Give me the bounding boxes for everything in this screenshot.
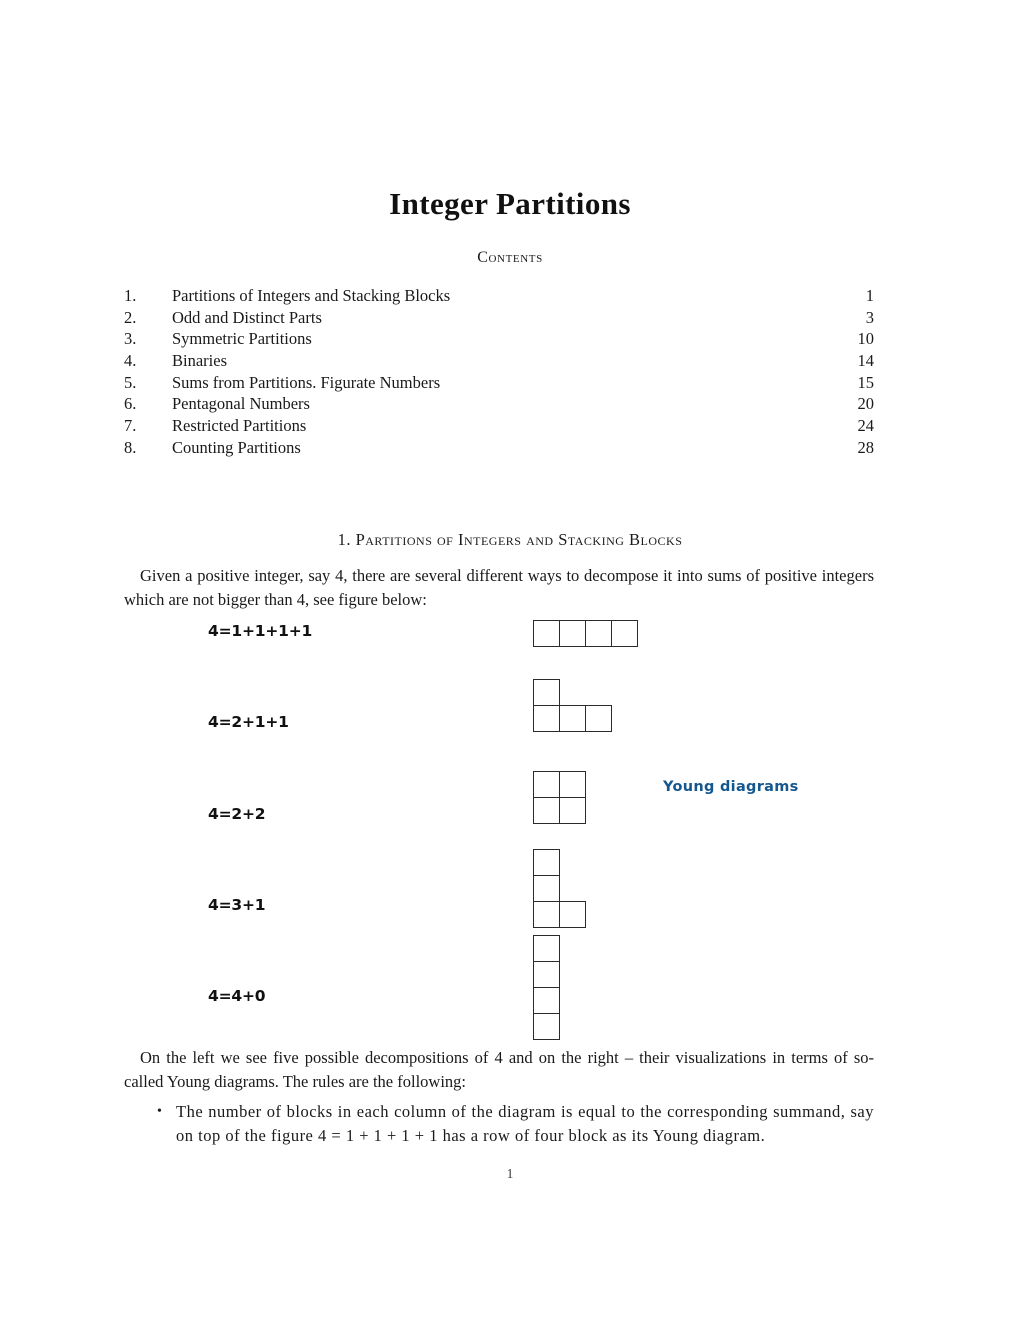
young-cell: [533, 620, 560, 647]
partition-label: 4=2+2: [208, 805, 266, 823]
toc-entry-page: 1: [865, 286, 874, 305]
section-heading: 1. Partitions of Integers and Stacking B…: [337, 530, 683, 549]
toc-entry-label: Pentagonal Numbers: [172, 394, 310, 414]
list-item-text: The number of blocks in each column of t…: [176, 1102, 874, 1145]
toc-entry-page: 28: [857, 437, 875, 457]
toc-entry-number: 6.: [124, 394, 137, 414]
bullet-dot-icon: •: [157, 1104, 162, 1119]
young-cell: [533, 935, 560, 962]
document-page: Integer Partitions Contents 1. Partition…: [0, 0, 1020, 1320]
closing-paragraph: On the left we see five possible decompo…: [124, 1048, 874, 1091]
toc-entry-number: 8.: [124, 437, 137, 457]
toc-entry-label: Symmetric Partitions: [172, 329, 312, 349]
young-cell: [533, 1013, 560, 1040]
young-cell: [533, 875, 560, 902]
young-cell: [559, 705, 586, 732]
toc-entry[interactable]: 5. Sums from Partitions. Figurate Number…: [124, 372, 874, 394]
young-cell: [585, 620, 612, 647]
young-diagrams-caption: Young diagrams: [663, 779, 799, 795]
toc-entry[interactable]: 6. Pentagonal Numbers 20: [124, 393, 874, 415]
toc-entry-page: 10: [857, 329, 875, 349]
toc-entry[interactable]: 4. Binaries 14: [124, 350, 874, 372]
young-cell: [533, 849, 560, 876]
young-cell: [611, 620, 638, 647]
toc-entry[interactable]: 7. Restricted Partitions 24: [124, 415, 874, 437]
toc-entry[interactable]: 3. Symmetric Partitions 10: [124, 328, 874, 350]
toc-entry-page: 20: [857, 394, 875, 414]
toc-entry-number: 3.: [124, 329, 137, 349]
young-cell: [533, 797, 560, 824]
toc-entry-label: Restricted Partitions: [172, 416, 307, 436]
toc-entry-page: 24: [857, 416, 875, 436]
young-diagram-3-1: [533, 849, 591, 931]
list-item: • The number of blocks in each column of…: [124, 1100, 874, 1147]
young-diagram-2-2: [533, 771, 591, 827]
young-cell: [559, 797, 586, 824]
toc-entry-page: 3: [865, 307, 874, 327]
toc-entry-number: 5.: [124, 372, 137, 392]
toc-entry-page: 14: [857, 351, 875, 371]
table-of-contents: 1. Partitions of Integers and Stacking B…: [124, 285, 874, 459]
intro-paragraph: Given a positive integer, say 4, there a…: [124, 566, 874, 609]
page-number: 1: [506, 1166, 514, 1181]
young-cell: [533, 961, 560, 988]
toc-entry-number: 1.: [124, 286, 137, 305]
young-cell: [533, 987, 560, 1014]
toc-entry-label: Counting Partitions: [172, 437, 301, 457]
toc-entry-number: 4.: [124, 351, 137, 371]
toc-entry-label: Binaries: [172, 351, 227, 371]
partition-label: 4=3+1: [208, 896, 266, 914]
rules-bullet-list: • The number of blocks in each column of…: [124, 1100, 874, 1147]
contents-heading: Contents: [477, 249, 543, 266]
young-diagram-1-1-1-1: [533, 620, 643, 650]
young-cell: [585, 705, 612, 732]
toc-entry[interactable]: 1. Partitions of Integers and Stacking B…: [124, 285, 874, 307]
partition-label: 4=4+0: [208, 987, 266, 1005]
young-cell: [559, 771, 586, 798]
toc-entry[interactable]: 2. Odd and Distinct Parts 3: [124, 307, 874, 329]
toc-entry-label: Sums from Partitions. Figurate Numbers: [172, 372, 441, 392]
toc-entry-page: 15: [857, 372, 875, 392]
toc-entry[interactable]: 8. Counting Partitions 28: [124, 437, 874, 459]
young-cell: [559, 620, 586, 647]
young-cell: [533, 705, 560, 732]
partition-label: 4=2+1+1: [208, 713, 289, 731]
young-diagram-2-1-1: [533, 679, 617, 735]
young-cell: [533, 679, 560, 706]
young-cell: [533, 901, 560, 928]
partition-label: 4=1+1+1+1: [208, 622, 313, 640]
young-cell: [559, 901, 586, 928]
toc-entry-label: Partitions of Integers and Stacking Bloc…: [172, 286, 451, 305]
young-diagram-4-0: [533, 935, 565, 1043]
page-title: Integer Partitions: [389, 186, 631, 221]
young-cell: [533, 771, 560, 798]
toc-entry-number: 2.: [124, 307, 137, 327]
toc-entry-label: Odd and Distinct Parts: [172, 307, 322, 327]
toc-entry-number: 7.: [124, 416, 137, 436]
